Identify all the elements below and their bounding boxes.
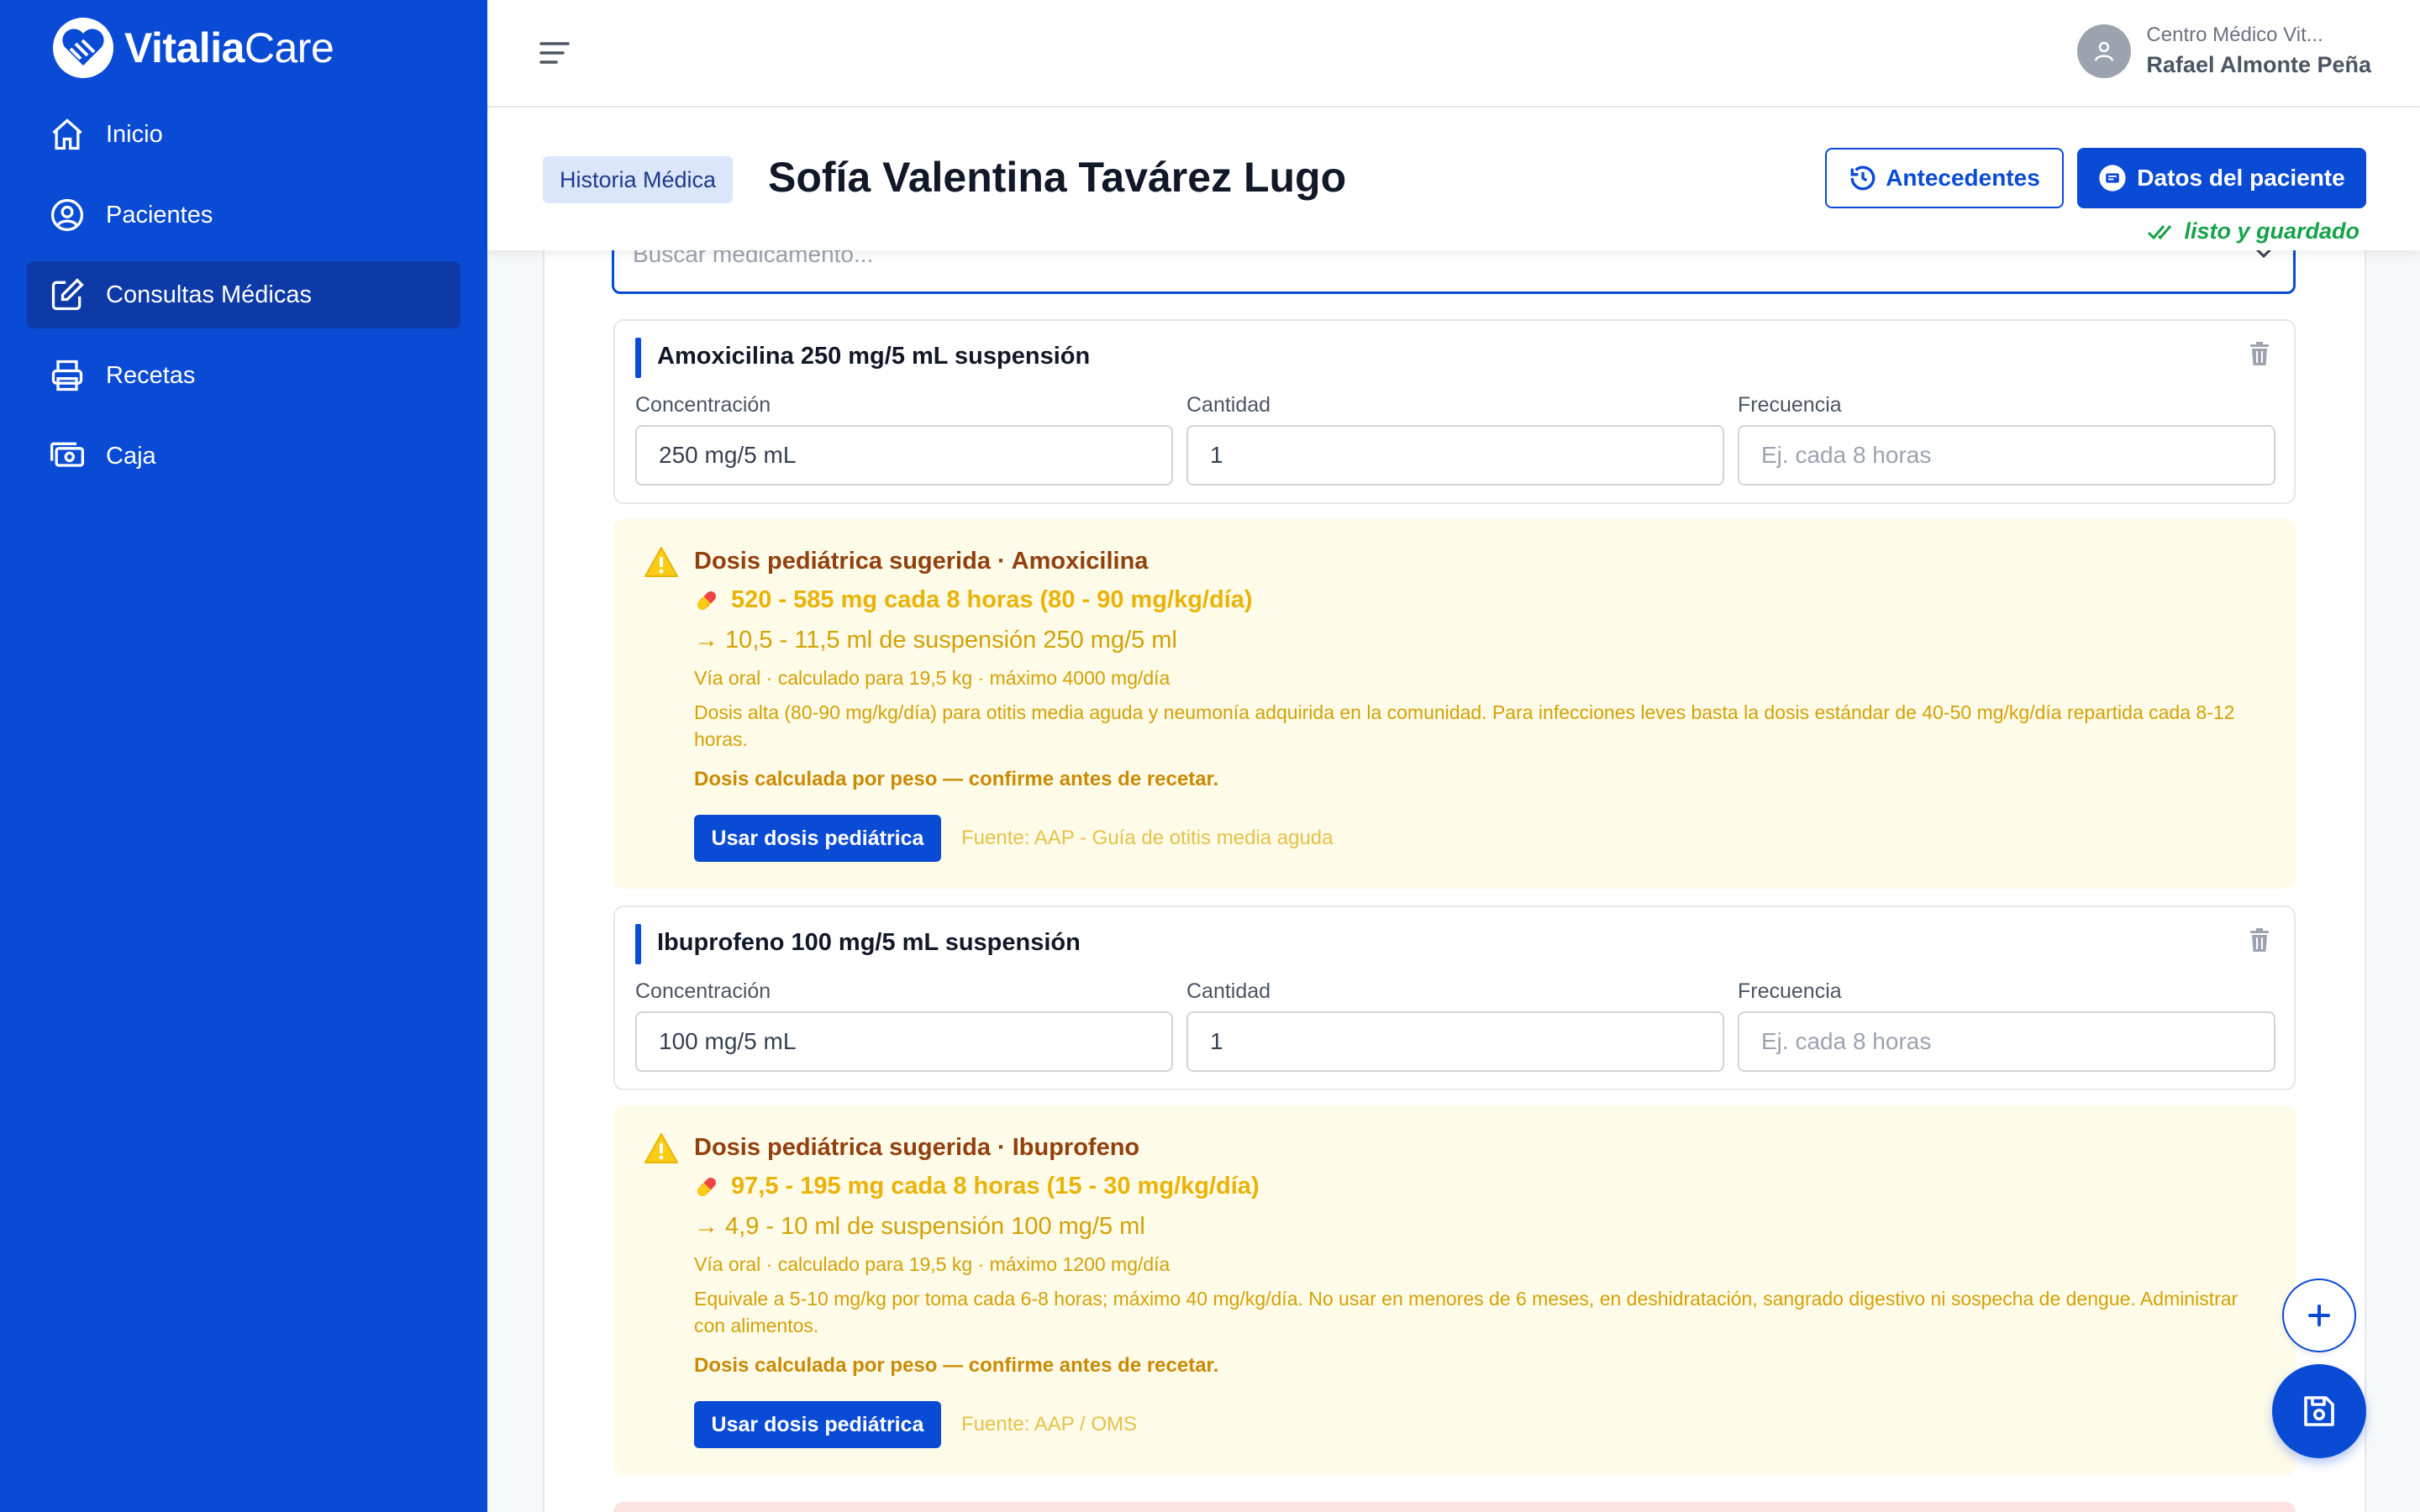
quantity-label: Cantidad [1186, 393, 1271, 417]
warning-icon [644, 1133, 678, 1163]
brand-name: VitaliaCare [124, 24, 334, 71]
top-bar: Centro Médico Vit... Rafael Almonte Peña [487, 0, 2420, 108]
edit-icon [51, 278, 84, 311]
sidebar-item-caja[interactable]: Caja [27, 423, 460, 490]
cash-icon [50, 442, 84, 467]
dose-confirm: Dosis calculada por peso — confirme ante… [694, 1354, 1219, 1377]
brand-logo[interactable]: VitaliaCare [50, 15, 334, 81]
add-medication-button[interactable] [2282, 1278, 2356, 1352]
heart-hands-icon [53, 18, 113, 78]
patient-data-label: Datos del paciente [2137, 165, 2345, 191]
pediatric-dose-card: Dosis pediátrica sugerida · Amoxicilina … [613, 519, 2296, 889]
sidebar-item-pacientes[interactable]: Pacientes [27, 181, 460, 249]
dose-title: Dosis pediátrica sugerida · Amoxicilina [694, 548, 1149, 575]
frequency-field[interactable]: Ej. cada 8 horas [1738, 1011, 2275, 1072]
accent-bar [635, 338, 641, 378]
dose-main: 97,5 - 195 mg cada 8 horas (15 - 30 mg/k… [694, 1173, 1260, 1200]
dose-note: Equivale a 5-10 mg/kg por toma cada 6-8 … [694, 1288, 2238, 1336]
save-button[interactable] [2272, 1364, 2366, 1458]
save-status-text: listo y guardado [2184, 218, 2360, 244]
patient-header: Historia Médica Sofía Valentina Tavárez … [487, 108, 2420, 250]
frequency-label: Frecuencia [1738, 979, 1842, 1003]
dose-ml: → 10,5 - 11,5 ml de suspensión 250 mg/5 … [694, 627, 1177, 654]
frequency-label: Frecuencia [1738, 393, 1842, 417]
sidebar-item-label: Pacientes [106, 201, 213, 228]
concentration-field[interactable]: 250 mg/5 mL [635, 425, 1173, 486]
patient-data-button[interactable]: Datos del paciente [2077, 148, 2366, 208]
sidebar-item-label: Consultas Médicas [106, 281, 312, 308]
dose-main-text: 520 - 585 mg cada 8 horas (80 - 90 mg/kg… [731, 586, 1253, 613]
medication-card: Ibuprofeno 100 mg/5 mL suspensión Concen… [613, 906, 2296, 1090]
avatar [2077, 24, 2132, 78]
concentration-label: Concentración [635, 393, 771, 417]
antecedentes-button[interactable]: Antecedentes [1825, 148, 2064, 208]
trash-icon[interactable] [2249, 341, 2270, 366]
plus-icon [2308, 1305, 2330, 1326]
frequency-field[interactable]: Ej. cada 8 horas [1738, 425, 2275, 486]
accent-bar [635, 924, 641, 964]
dose-main: 520 - 585 mg cada 8 horas (80 - 90 mg/kg… [694, 586, 1253, 614]
pill-icon [697, 591, 716, 610]
sidebar-item-label: Recetas [106, 361, 196, 389]
medication-title: Amoxicilina 250 mg/5 mL suspensión [657, 343, 1091, 370]
sidebar-item-consultas[interactable]: Consultas Médicas [27, 261, 460, 328]
dose-source: Fuente: AAP / OMS [961, 1413, 1137, 1436]
save-status: listo y guardado [2143, 218, 2360, 244]
concentration-label: Concentración [635, 979, 771, 1003]
user-circle-icon [50, 198, 84, 232]
menu-icon[interactable] [538, 39, 571, 67]
id-card-icon [2099, 165, 2126, 192]
sidebar-item-inicio[interactable]: Inicio [27, 101, 460, 168]
quantity-field[interactable]: 1 [1186, 425, 1724, 486]
clinic-name: Centro Médico Vit... [2146, 24, 2323, 46]
patient-name: Sofía Valentina Tavárez Lugo [768, 154, 1347, 201]
sidebar-item-label: Inicio [106, 120, 163, 148]
user-name: Rafael Almonte Peña [2146, 52, 2371, 77]
concentration-field[interactable]: 100 mg/5 mL [635, 1011, 1173, 1072]
next-card-edge [613, 1502, 2296, 1512]
warning-icon [644, 547, 678, 577]
pill-icon [697, 1177, 716, 1196]
dose-route: Vía oral · calculado para 19,5 kg · máxi… [694, 1253, 1171, 1275]
quantity-field[interactable]: 1 [1186, 1011, 1724, 1072]
medication-title: Ibuprofeno 100 mg/5 mL suspensión [657, 929, 1081, 956]
printer-icon [51, 360, 83, 391]
sidebar-item-recetas[interactable]: Recetas [27, 342, 460, 409]
use-pediatric-dose-button[interactable]: Usar dosis pediátrica [694, 1401, 941, 1448]
dose-main-text: 97,5 - 195 mg cada 8 horas (15 - 30 mg/k… [731, 1173, 1260, 1200]
use-pediatric-dose-button[interactable]: Usar dosis pediátrica [694, 815, 941, 862]
trash-icon[interactable] [2249, 927, 2270, 953]
medication-card: Amoxicilina 250 mg/5 mL suspensión Conce… [613, 319, 2296, 504]
user-menu[interactable]: Centro Médico Vit... Rafael Almonte Peña [2077, 24, 2371, 78]
save-icon [2304, 1396, 2334, 1426]
dose-source: Fuente: AAP - Guía de otitis media aguda [961, 827, 1334, 849]
user-icon [2095, 41, 2114, 61]
quantity-label: Cantidad [1186, 979, 1271, 1003]
medical-history-badge: Historia Médica [543, 156, 734, 203]
dose-confirm: Dosis calculada por peso — confirme ante… [694, 768, 1219, 790]
dose-route: Vía oral · calculado para 19,5 kg · máxi… [694, 667, 1171, 689]
sidebar-item-label: Caja [106, 442, 156, 470]
antecedentes-label: Antecedentes [1886, 165, 2040, 191]
sidebar: VitaliaCare Inicio Pacientes Consultas M… [0, 0, 487, 1512]
pediatric-dose-card: Dosis pediátrica sugerida · Ibuprofeno 9… [613, 1105, 2296, 1475]
home-icon [52, 118, 82, 150]
history-icon [1850, 165, 1876, 191]
dose-ml: → 4,9 - 10 ml de suspensión 100 mg/5 ml [694, 1213, 1145, 1240]
dose-note: Dosis alta (80-90 mg/kg/día) para otitis… [694, 701, 2235, 750]
double-check-icon [2148, 224, 2172, 239]
dose-title: Dosis pediátrica sugerida · Ibuprofeno [694, 1134, 1140, 1161]
